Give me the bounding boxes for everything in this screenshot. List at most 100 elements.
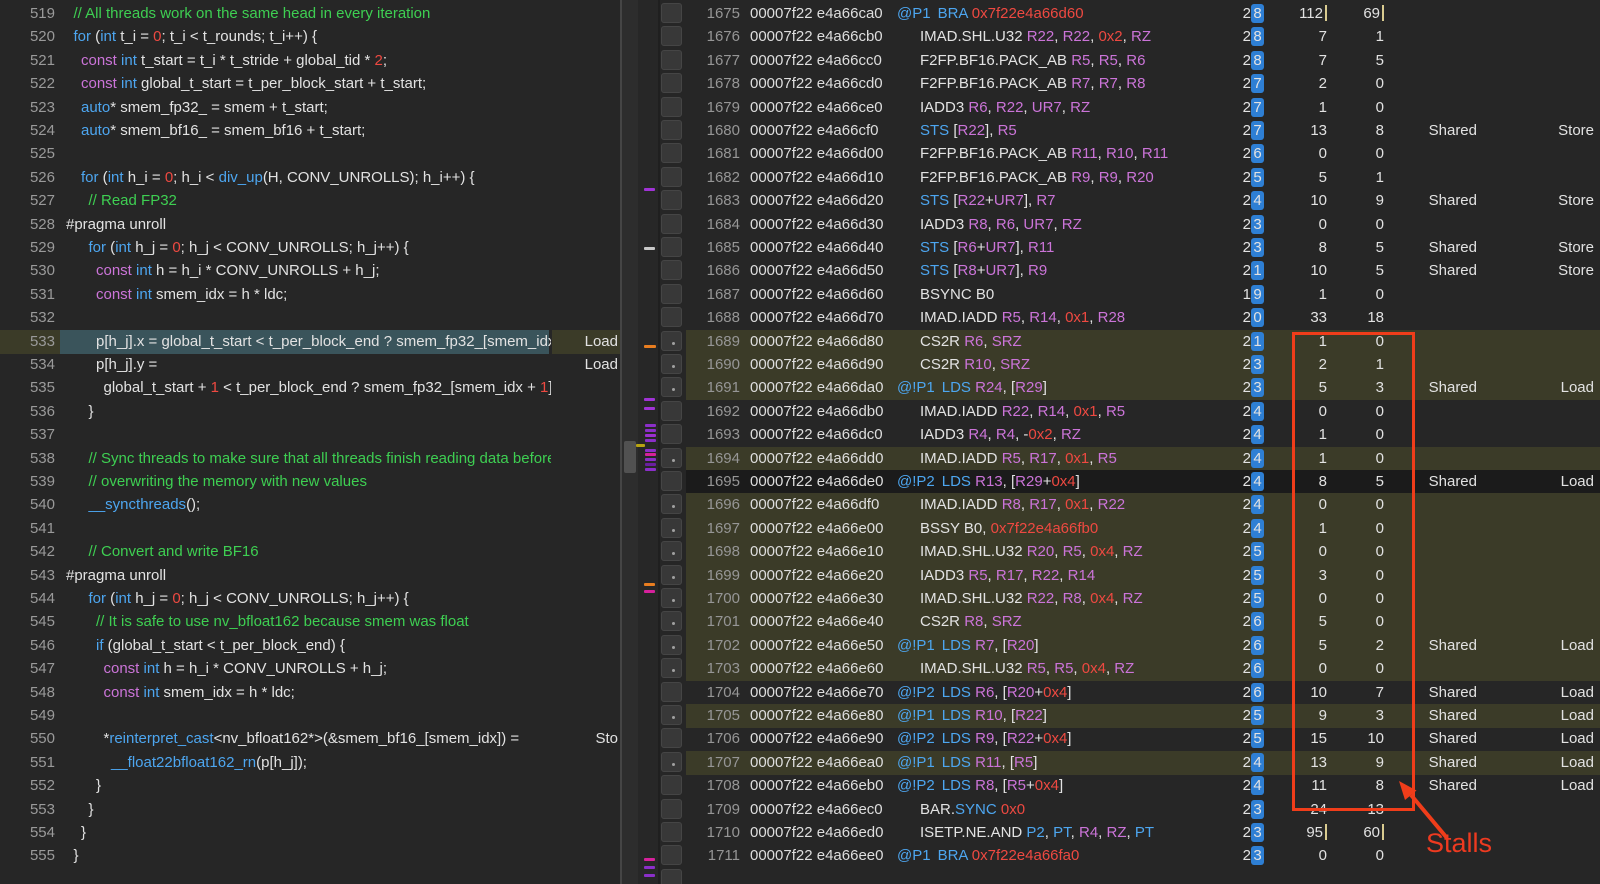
source-line-527[interactable]: 527// Read FP32 [0,189,620,213]
source-line-528[interactable]: 528#pragma unroll [0,213,620,237]
sass-row-1704[interactable]: 170400007f22 e4a66e70@!P2LDS R6, [R20+0x… [660,681,1600,705]
sass-row-1708[interactable]: 170800007f22 e4a66eb0@!P2LDS R8, [R5+0x4… [660,774,1600,798]
sass-row-1675[interactable]: 167500007f22 e4a66ca0@P1BRA 0x7f22e4a66d… [660,2,1600,26]
sass-row-1686[interactable]: 168600007f22 e4a66d50STS [R8+UR7], R9211… [660,259,1600,283]
sass-line-number: 1679 [688,96,740,119]
live-registers-value: 23 [1243,798,1264,821]
source-line-531[interactable]: 531const int smem_idx = h * ldc; [0,283,620,307]
sass-row-1687[interactable]: 168700007f22 e4a66d60BSYNC B01910 [660,283,1600,307]
source-scrollbar[interactable] [622,0,638,884]
source-line-542[interactable]: 542// Convert and write BF16 [0,540,620,564]
live-registers-value: 28 [1243,25,1264,48]
source-line-538[interactable]: 538// Sync threads to make sure that all… [0,447,620,471]
sass-row-1701[interactable]: 170100007f22 e4a66e40CS2R R8, SRZ2650 [660,610,1600,634]
sass-row-1696[interactable]: 169600007f22 e4a66df0IMAD.IADD R8, R17, … [660,493,1600,517]
source-line-543[interactable]: 543#pragma unroll [0,564,620,588]
source-line-533[interactable]: 533p[h_j].x = global_t_start < t_per_blo… [0,330,620,354]
sass-row-1710[interactable]: 171000007f22 e4a66ed0ISETP.NE.AND P2, PT… [660,821,1600,845]
stall-not-issued-count: 0 [1376,610,1384,633]
source-line-537[interactable]: 537 [0,423,620,447]
sass-row-1689[interactable]: 168900007f22 e4a66d80CS2R R6, SRZ2110 [660,330,1600,354]
source-line-544[interactable]: 544for (int h_j = 0; h_j < CONV_UNROLLS;… [0,587,620,611]
source-line-532[interactable]: 532 [0,306,620,330]
source-line-554[interactable]: 554} [0,821,620,845]
live-register-bar: 5 [1251,589,1264,608]
sass-row-1705[interactable]: 170500007f22 e4a66e80@!P1LDS R10, [R22]2… [660,704,1600,728]
live-register-bar: 4 [1251,495,1264,514]
sass-line-number: 1684 [688,213,740,236]
source-line-522[interactable]: 522const int global_t_start = t_per_bloc… [0,72,620,96]
row-marker-box [661,214,682,234]
live-registers-value: 23 [1243,236,1264,259]
source-line-536[interactable]: 536} [0,400,620,424]
source-line-530[interactable]: 530const int h = h_i * CONV_UNROLLS + h_… [0,259,620,283]
sass-row-1706[interactable]: 170600007f22 e4a66e90@!P2LDS R9, [R22+0x… [660,727,1600,751]
instruction-address: 00007f22 e4a66cf0 [750,119,878,142]
sass-assembly-panel[interactable]: 167500007f22 e4a66ca0@P1BRA 0x7f22e4a66d… [658,0,1600,884]
heatmap-mark [645,429,656,432]
live-registers-value: 25 [1243,540,1264,563]
source-line-524[interactable]: 524auto* smem_bf16_ = smem_bf16 + t_star… [0,119,620,143]
sass-row-1695[interactable]: 169500007f22 e4a66de0@!P2LDS R13, [R29+0… [660,470,1600,494]
source-line-549[interactable]: 549 [0,704,620,728]
memory-access-op: Store [1558,236,1594,259]
sass-row-1679[interactable]: 167900007f22 e4a66ce0IADD3 R6, R22, UR7,… [660,96,1600,120]
source-line-547[interactable]: 547const int h = h_i * CONV_UNROLLS + h_… [0,657,620,681]
stall-sample-count: 1 [1319,96,1327,119]
source-line-550[interactable]: 550*reinterpret_cast<nv_bfloat162*>(&sme… [0,727,620,751]
sass-row-1702[interactable]: 170200007f22 e4a66e50@!P1LDS R7, [R20]26… [660,634,1600,658]
sass-row-1700[interactable]: 170000007f22 e4a66e30IMAD.SHL.U32 R22, R… [660,587,1600,611]
sass-row-1691[interactable]: 169100007f22 e4a66da0@!P1LDS R24, [R29]2… [660,376,1600,400]
stall-not-issued-count: 60 [1363,821,1384,844]
stall-sample-count: 33 [1310,306,1327,329]
source-line-545[interactable]: 545// It is safe to use nv_bfloat162 bec… [0,610,620,634]
sass-row-1711[interactable]: 171100007f22 e4a66ee0@P1BRA 0x7f22e4a66f… [660,844,1600,868]
sass-row-1709[interactable]: 170900007f22 e4a66ec0BAR.SYNC 0x0232413 [660,798,1600,822]
sass-row-1680[interactable]: 168000007f22 e4a66cf0STS [R22], R527138S… [660,119,1600,143]
sass-row-1692[interactable]: 169200007f22 e4a66db0IMAD.IADD R22, R14,… [660,400,1600,424]
row-marker-box [661,50,682,70]
sass-row-1698[interactable]: 169800007f22 e4a66e10IMAD.SHL.U32 R20, R… [660,540,1600,564]
source-scrollbar-thumb[interactable] [624,441,636,473]
source-line-521[interactable]: 521const int t_start = t_i * t_stride + … [0,49,620,73]
live-registers-value: 25 [1243,704,1264,727]
source-line-541[interactable]: 541 [0,517,620,541]
sass-row-1685[interactable]: 168500007f22 e4a66d40STS [R6+UR7], R1123… [660,236,1600,260]
sass-row-1693[interactable]: 169300007f22 e4a66dc0IADD3 R4, R4, -0x2,… [660,423,1600,447]
sass-row-1707[interactable]: 170700007f22 e4a66ea0@!P1LDS R11, [R5]24… [660,751,1600,775]
heatmap-mark [644,590,655,593]
instruction-address: 00007f22 e4a66e90 [750,727,883,750]
sass-row-1703[interactable]: 170300007f22 e4a66e60IMAD.SHL.U32 R5, R5… [660,657,1600,681]
sass-row-1699[interactable]: 169900007f22 e4a66e20IADD3 R5, R17, R22,… [660,564,1600,588]
sass-row-1682[interactable]: 168200007f22 e4a66d10F2FP.BF16.PACK_AB R… [660,166,1600,190]
max-marker [1325,5,1327,21]
source-line-535[interactable]: 535global_t_start + 1 < t_per_block_end … [0,376,620,400]
sass-row-1681[interactable]: 168100007f22 e4a66d00F2FP.BF16.PACK_AB R… [660,142,1600,166]
sass-row-1683[interactable]: 168300007f22 e4a66d20STS [R22+UR7], R724… [660,189,1600,213]
source-code-panel[interactable]: 519// All threads work on the same head … [0,0,620,884]
source-line-546[interactable]: 546if (global_t_start < t_per_block_end)… [0,634,620,658]
sass-row-1676[interactable]: 167600007f22 e4a66cb0IMAD.SHL.U32 R22, R… [660,25,1600,49]
sass-row-1690[interactable]: 169000007f22 e4a66d90CS2R R10, SRZ2321 [660,353,1600,377]
source-line-553[interactable]: 553} [0,798,620,822]
source-line-551[interactable]: 551__float22bfloat162_rn(p[h_j]); [0,751,620,775]
sass-row-1697[interactable]: 169700007f22 e4a66e00BSSY B0, 0x7f22e4a6… [660,517,1600,541]
sass-row-1684[interactable]: 168400007f22 e4a66d30IADD3 R8, R6, UR7, … [660,213,1600,237]
source-line-529[interactable]: 529for (int h_j = 0; h_j < CONV_UNROLLS;… [0,236,620,260]
sass-row-1694[interactable]: 169400007f22 e4a66dd0IMAD.IADD R5, R17, … [660,447,1600,471]
sass-row-1688[interactable]: 168800007f22 e4a66d70IMAD.IADD R5, R14, … [660,306,1600,330]
source-line-526[interactable]: 526for (int h_i = 0; h_i < div_up(H, CON… [0,166,620,190]
source-line-534[interactable]: 534p[h_j].y =Load [0,353,620,377]
sass-row-1678[interactable]: 167800007f22 e4a66cd0F2FP.BF16.PACK_AB R… [660,72,1600,96]
source-line-555[interactable]: 555} [0,844,620,868]
source-line-520[interactable]: 520for (int t_i = 0; t_i < t_rounds; t_i… [0,25,620,49]
source-line-548[interactable]: 548const int smem_idx = h * ldc; [0,681,620,705]
sass-row-1677[interactable]: 167700007f22 e4a66cc0F2FP.BF16.PACK_AB R… [660,49,1600,73]
source-line-552[interactable]: 552} [0,774,620,798]
source-line-523[interactable]: 523auto* smem_fp32_ = smem + t_start; [0,96,620,120]
source-line-525[interactable]: 525 [0,142,620,166]
source-line-539[interactable]: 539// overwriting the memory with new va… [0,470,620,494]
source-line-540[interactable]: 540__syncthreads(); [0,493,620,517]
source-line-519[interactable]: 519// All threads work on the same head … [0,2,620,26]
source-line-number: 549 [0,704,55,727]
